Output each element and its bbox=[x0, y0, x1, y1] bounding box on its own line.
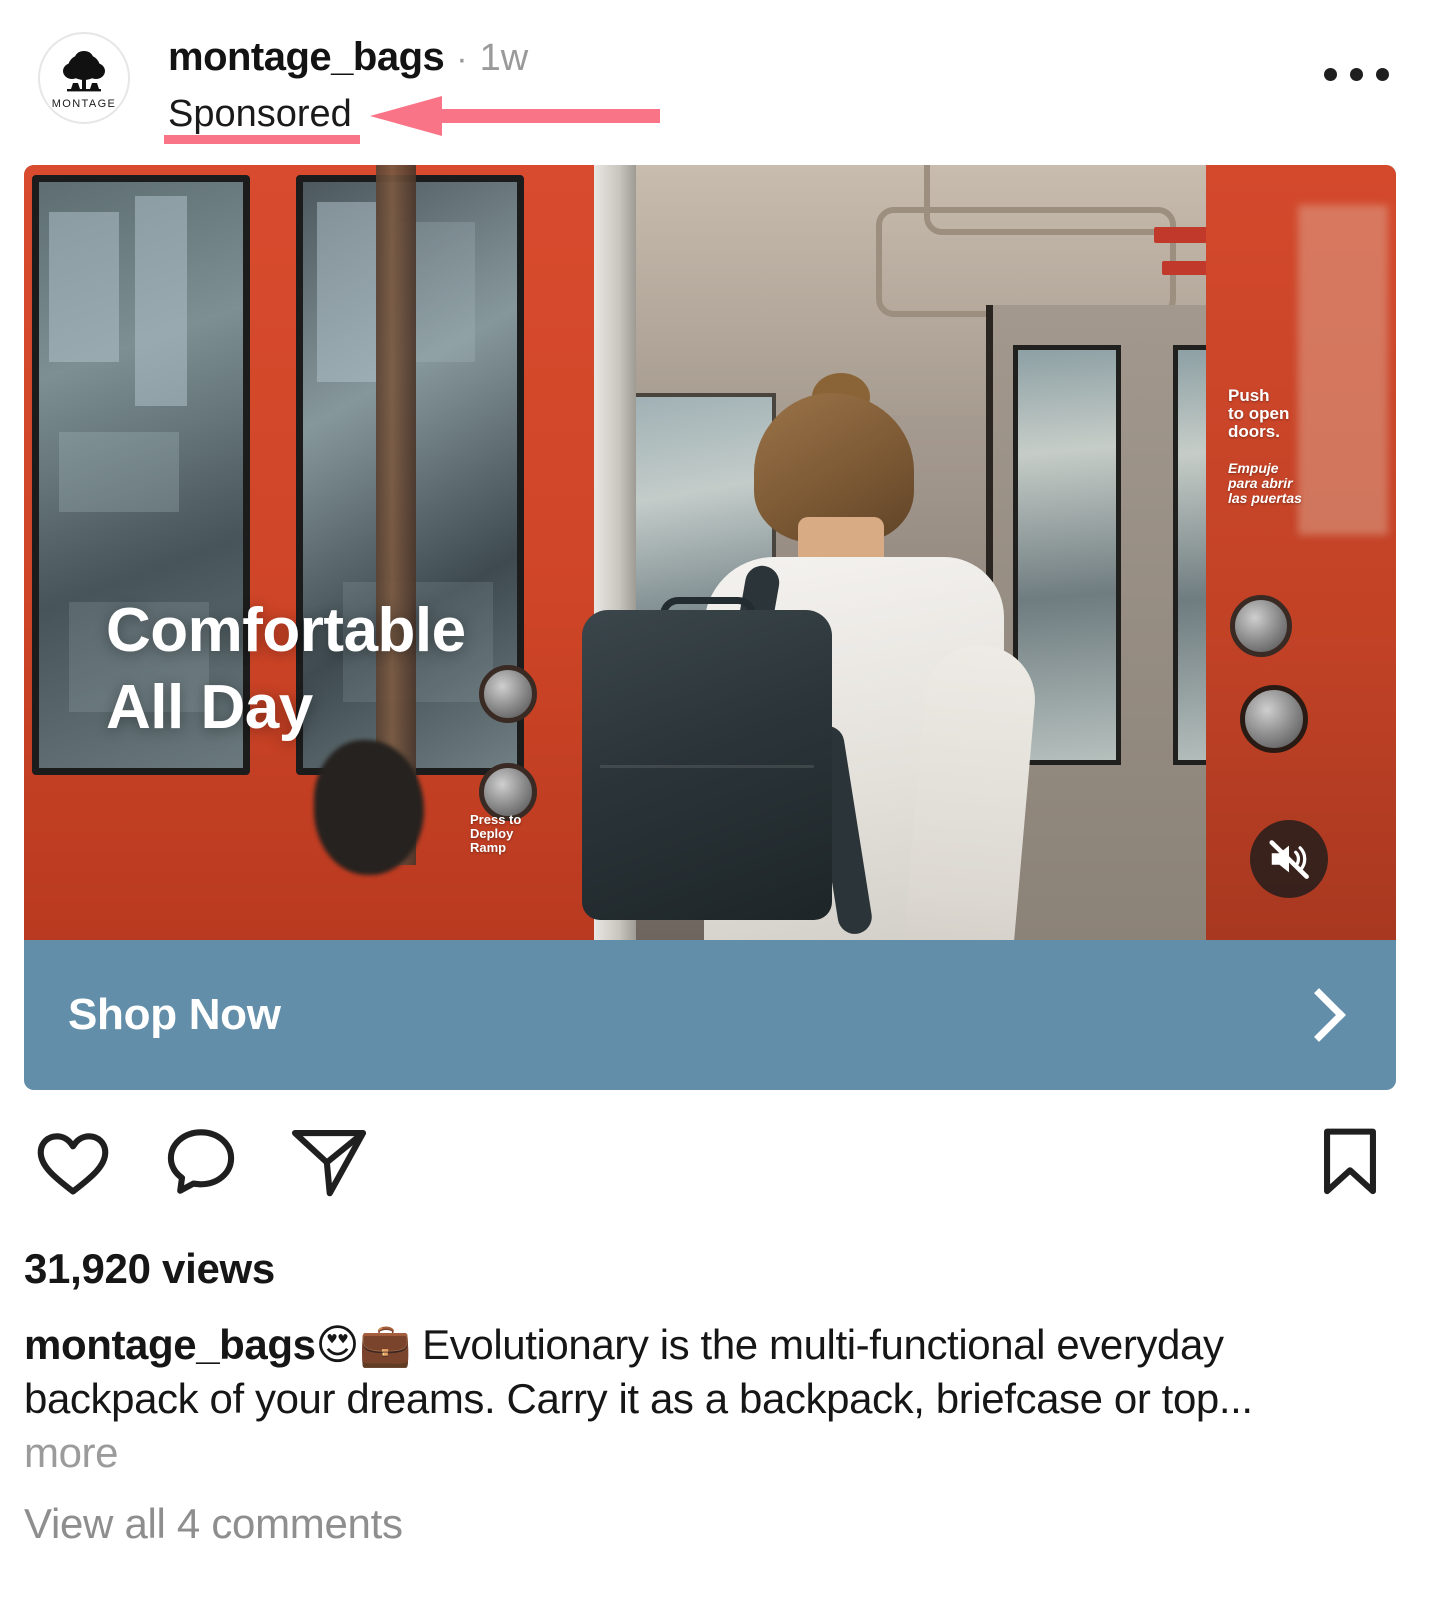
video-overlay-text: Comfortable All Day bbox=[106, 593, 466, 747]
speaker-muted-icon bbox=[1269, 840, 1309, 879]
annotation-arrow-icon bbox=[370, 96, 660, 136]
post-timestamp: 1w bbox=[479, 37, 529, 79]
instagram-sponsored-post: MONTAGE montage_bags · 1w Sponsored Pres… bbox=[0, 0, 1435, 1600]
share-paper-plane-icon[interactable] bbox=[286, 1118, 372, 1204]
door-sign-en: Push to open doors. bbox=[1228, 386, 1290, 442]
more-options-button[interactable] bbox=[1324, 68, 1389, 81]
view-all-comments-link[interactable]: View all 4 comments bbox=[24, 1500, 403, 1548]
bookmark-icon[interactable] bbox=[1307, 1118, 1393, 1204]
action-icons-left bbox=[30, 1118, 372, 1204]
separator-dot: · bbox=[456, 40, 468, 78]
comment-bubble-icon[interactable] bbox=[158, 1118, 244, 1204]
tram-door-button bbox=[479, 665, 537, 723]
more-dot bbox=[1350, 68, 1363, 81]
svg-text:MONTAGE: MONTAGE bbox=[52, 98, 117, 110]
ramp-sign-text: Press to Deploy Ramp bbox=[470, 812, 522, 855]
mute-toggle-button[interactable] bbox=[1250, 820, 1328, 898]
overlay-line-2: All Day bbox=[106, 672, 313, 742]
scene-shadow bbox=[314, 740, 424, 875]
shop-now-cta-bar[interactable]: Shop Now bbox=[24, 940, 1396, 1090]
account-row: montage_bags · 1w bbox=[168, 28, 528, 86]
tree-logo-icon: MONTAGE bbox=[52, 51, 117, 110]
action-icons-right bbox=[1307, 1118, 1393, 1204]
chevron-right-icon bbox=[1292, 988, 1346, 1042]
post-caption: montage_bags😍💼 Evolutionary is the multi… bbox=[24, 1318, 1324, 1479]
cta-label: Shop Now bbox=[68, 990, 281, 1039]
more-dot bbox=[1324, 68, 1337, 81]
view-count: 31,920 views bbox=[24, 1245, 275, 1292]
caption-emoji: 😍💼 bbox=[315, 1321, 412, 1368]
tram-button-right-2 bbox=[1240, 685, 1308, 753]
overlay-line-1: Comfortable bbox=[106, 596, 466, 665]
post-header: MONTAGE montage_bags · 1w Sponsored bbox=[0, 0, 1435, 160]
sponsored-label-wrap: Sponsored bbox=[164, 90, 360, 144]
caption-username[interactable]: montage_bags bbox=[24, 1321, 316, 1368]
post-media-card[interactable]: Press to Deploy Ramp Push to open doors.… bbox=[24, 165, 1396, 1090]
account-username[interactable]: montage_bags bbox=[168, 28, 445, 86]
post-action-bar bbox=[0, 1118, 1435, 1230]
sponsored-label: Sponsored bbox=[168, 93, 352, 135]
avatar[interactable]: MONTAGE bbox=[38, 32, 130, 124]
video-scene: Press to Deploy Ramp Push to open doors.… bbox=[24, 165, 1396, 940]
caption-more-button[interactable]: more bbox=[24, 1429, 118, 1476]
heart-icon[interactable] bbox=[30, 1118, 116, 1204]
door-sign-es: Empuje para abrir las puertas bbox=[1228, 460, 1302, 506]
backpack-seam bbox=[600, 765, 814, 768]
post-video[interactable]: Press to Deploy Ramp Push to open doors.… bbox=[24, 165, 1396, 940]
tram-button-right bbox=[1230, 595, 1292, 657]
annotation-underline bbox=[164, 135, 360, 144]
more-dot bbox=[1376, 68, 1389, 81]
